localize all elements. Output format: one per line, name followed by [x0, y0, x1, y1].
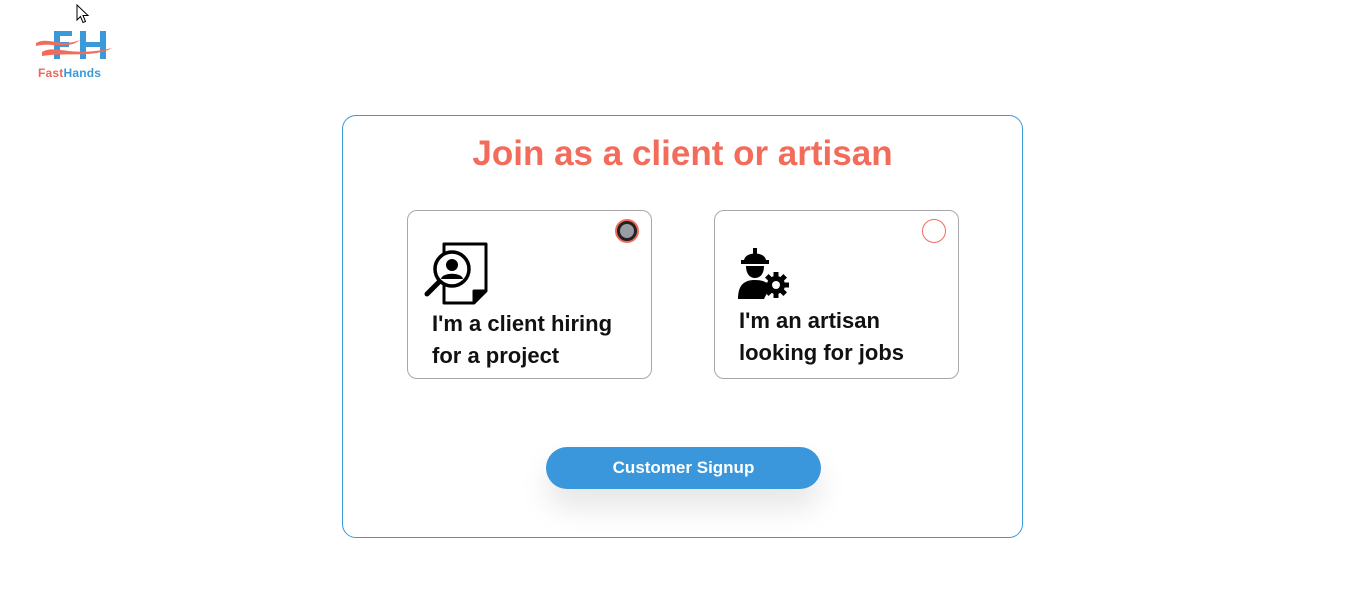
customer-signup-button[interactable]: Customer Signup — [546, 447, 821, 489]
fasthands-logo-mark-icon — [36, 31, 112, 59]
fasthands-logo[interactable]: FastHands — [36, 28, 116, 82]
option-artisan-label: I'm an artisan looking for jobs — [739, 308, 904, 365]
option-artisan[interactable]: I'm an artisan looking for jobs — [714, 210, 959, 379]
role-selection-card: Join as a client or artisan I'm a client… — [342, 115, 1023, 538]
logo-wordmark-hands: Hands — [63, 66, 102, 80]
page-title: Join as a client or artisan — [472, 134, 893, 173]
worker-gear-icon — [736, 247, 792, 306]
client-search-document-icon — [424, 241, 492, 314]
logo-wordmark: FastHands — [38, 66, 101, 80]
client-radio-button[interactable] — [615, 219, 639, 243]
artisan-radio-button[interactable] — [922, 219, 946, 243]
logo-wordmark-fast: Fast — [38, 66, 64, 80]
option-client[interactable]: I'm a client hiring for a project — [407, 210, 652, 379]
mouse-cursor-icon — [76, 3, 90, 29]
option-client-label: I'm a client hiring for a project — [432, 311, 613, 368]
